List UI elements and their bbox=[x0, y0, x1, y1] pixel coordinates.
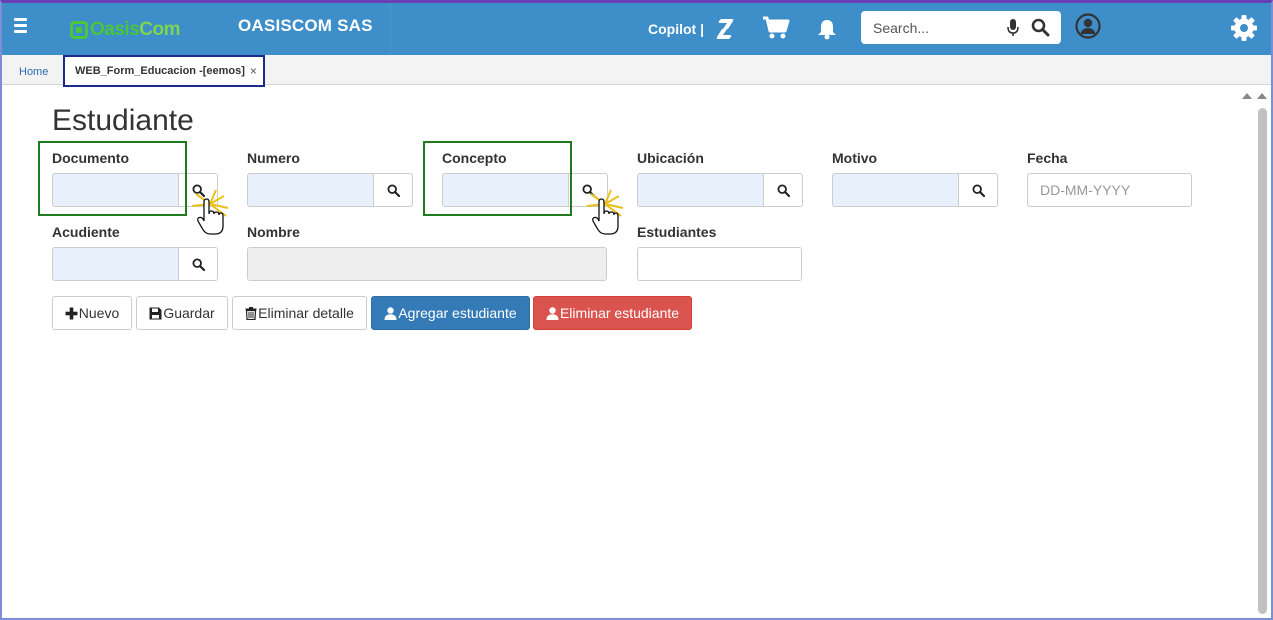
motivo-field-group bbox=[832, 173, 998, 207]
copilot-button[interactable]: Copilot | bbox=[648, 17, 738, 41]
eliminar-detalle-button-label: Eliminar detalle bbox=[258, 305, 354, 321]
search-icon bbox=[191, 183, 205, 197]
numero-label: Numero bbox=[247, 150, 300, 166]
search-icon[interactable] bbox=[1031, 18, 1050, 37]
agregar-estudiante-button[interactable]: Agregar estudiante bbox=[371, 296, 530, 330]
tab-bar: Home WEB_Form_Educacion -[eemos] × bbox=[2, 55, 1271, 87]
tab-label: WEB_Form_Educacion -[eemos] bbox=[75, 65, 245, 77]
concepto-search-button[interactable] bbox=[568, 173, 608, 207]
cart-icon[interactable] bbox=[762, 16, 790, 40]
tab-home[interactable]: Home bbox=[19, 66, 48, 78]
copilot-label: Copilot | bbox=[648, 21, 705, 37]
microphone-icon[interactable] bbox=[1007, 19, 1019, 37]
save-icon bbox=[149, 307, 162, 319]
concepto-field-group bbox=[442, 173, 608, 207]
bell-icon[interactable] bbox=[817, 18, 837, 40]
copilot-icon bbox=[716, 19, 734, 39]
nuevo-button[interactable]: Nuevo bbox=[52, 296, 132, 330]
global-search bbox=[861, 11, 1061, 44]
logo-text-oasis: Oasis bbox=[90, 19, 140, 40]
numero-search-button[interactable] bbox=[373, 173, 413, 207]
acudiente-search-button[interactable] bbox=[178, 247, 218, 281]
app-logo[interactable]: Oasis Com bbox=[70, 19, 180, 41]
plus-icon bbox=[65, 307, 78, 319]
acudiente-field-group bbox=[52, 247, 218, 281]
logo-text-com: Com bbox=[139, 19, 180, 40]
numero-input[interactable] bbox=[247, 173, 373, 207]
guardar-button-label: Guardar bbox=[163, 305, 215, 321]
documento-search-button[interactable] bbox=[178, 173, 218, 207]
global-search-input[interactable] bbox=[873, 19, 1008, 36]
nombre-input bbox=[247, 247, 607, 281]
ubicacion-search-button[interactable] bbox=[763, 173, 803, 207]
documento-field-group bbox=[52, 173, 218, 207]
ubicacion-input[interactable] bbox=[637, 173, 763, 207]
estudiantes-input[interactable] bbox=[637, 247, 802, 281]
motivo-input[interactable] bbox=[832, 173, 958, 207]
user-add-icon bbox=[384, 306, 397, 320]
tab-web-form-educacion[interactable]: WEB_Form_Educacion -[eemos] × bbox=[63, 55, 265, 87]
search-icon bbox=[776, 183, 790, 197]
logo-mark-icon bbox=[70, 21, 88, 39]
eliminar-detalle-button[interactable]: Eliminar detalle bbox=[232, 296, 367, 330]
scroll-up-arrow-icon-2[interactable] bbox=[1257, 93, 1267, 99]
user-icon[interactable] bbox=[1075, 13, 1101, 39]
eliminar-estudiante-button-label: Eliminar estudiante bbox=[559, 305, 680, 321]
acudiente-input[interactable] bbox=[52, 247, 178, 281]
documento-label: Documento bbox=[52, 150, 129, 166]
search-icon bbox=[581, 183, 595, 197]
menu-icon[interactable] bbox=[14, 18, 34, 38]
motivo-label: Motivo bbox=[832, 150, 878, 166]
guardar-button[interactable]: Guardar bbox=[136, 296, 228, 330]
scroll-up-arrow-icon[interactable] bbox=[1242, 93, 1252, 99]
close-icon[interactable]: × bbox=[250, 64, 257, 78]
search-icon bbox=[191, 257, 205, 271]
scrollbar-thumb[interactable] bbox=[1258, 108, 1267, 614]
top-navbar: Oasis Com OASISCOM SAS Copilot | bbox=[0, 0, 1273, 55]
fecha-label: Fecha bbox=[1027, 150, 1068, 166]
nombre-label: Nombre bbox=[247, 224, 300, 240]
fecha-date-input[interactable] bbox=[1027, 173, 1192, 207]
search-icon bbox=[971, 183, 985, 197]
acudiente-label: Acudiente bbox=[52, 224, 120, 240]
ubicacion-field-group bbox=[637, 173, 803, 207]
concepto-label: Concepto bbox=[442, 150, 507, 166]
company-name: OASISCOM SAS bbox=[238, 16, 373, 35]
nuevo-button-label: Nuevo bbox=[78, 305, 120, 321]
search-icon bbox=[386, 183, 400, 197]
gear-icon[interactable] bbox=[1231, 15, 1257, 41]
trash-icon bbox=[245, 306, 257, 320]
navbar-divider bbox=[390, 0, 391, 55]
eliminar-estudiante-button[interactable]: Eliminar estudiante bbox=[533, 296, 692, 330]
numero-field-group bbox=[247, 173, 413, 207]
documento-input[interactable] bbox=[52, 173, 178, 207]
concepto-input[interactable] bbox=[442, 173, 568, 207]
ubicacion-label: Ubicación bbox=[637, 150, 704, 166]
agregar-estudiante-button-label: Agregar estudiante bbox=[398, 305, 517, 321]
user-remove-icon bbox=[546, 306, 559, 320]
estudiantes-label: Estudiantes bbox=[637, 224, 717, 240]
motivo-search-button[interactable] bbox=[958, 173, 998, 207]
page-title: Estudiante bbox=[52, 104, 194, 137]
